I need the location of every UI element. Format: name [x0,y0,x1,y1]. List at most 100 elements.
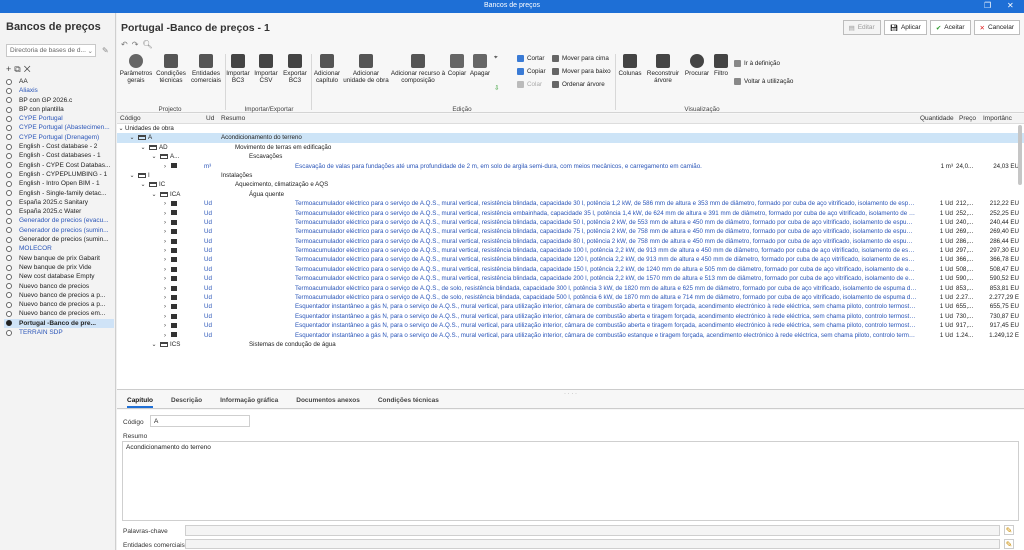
radio-icon[interactable] [6,320,12,327]
radio-icon[interactable] [6,311,12,318]
table-row[interactable]: › Ud Esquentador instantâneo a gás N, para… [117,321,1024,330]
radio-icon[interactable] [6,190,12,197]
radio-icon[interactable] [6,227,12,234]
detail-tab[interactable]: Condições técnicas [378,397,439,408]
detail-tab[interactable]: Capítulo [127,397,153,408]
radio-icon[interactable] [6,255,12,262]
restore-icon[interactable]: ❐ [984,1,991,10]
database-item[interactable]: New cost database Empty [4,272,114,281]
database-item[interactable]: TERRAIN SDP [4,328,114,337]
database-item[interactable]: Nuevo banco de precios a p... [4,291,114,300]
rebuild-tree-button[interactable]: Reconstruir árvore [645,54,681,84]
database-item[interactable]: CYPE Portugal (Abastecimen... [4,123,114,132]
add-unit-button[interactable]: Adicionar unidade de obra [343,54,389,84]
database-item[interactable]: Nuevo banco de precios em... [4,309,114,318]
add-chapter-button[interactable]: Adicionar capítulo [312,54,342,84]
radio-icon[interactable] [6,180,12,187]
database-item[interactable]: New banque de prix Gabarit [4,254,114,263]
table-row[interactable]: › Ud Termoacumulador eléctrico para o serv… [117,246,1024,255]
edit-button[interactable]: ▤ Editar [842,20,881,35]
paste-button[interactable]: Colar [517,81,542,88]
edit-directory-icon[interactable]: ✎ [102,46,109,55]
move-down-icon[interactable]: ⇩ [494,85,499,92]
keywords-field[interactable] [185,525,1000,536]
commercial-entities-button[interactable]: Entidades comerciais [189,54,223,84]
move-up-button[interactable]: Mover para cima [552,55,609,62]
table-row[interactable]: › Ud Termoacumulador eléctrico para o serv… [117,199,1024,208]
radio-icon[interactable] [6,143,12,150]
table-row[interactable]: › Ud Termoacumulador eléctrico para o serv… [117,265,1024,274]
table-row[interactable]: › Ud Termoacumulador eléctrico para o serv… [117,293,1024,302]
radio-icon[interactable] [6,97,12,104]
table-row[interactable]: ⌄ AD Movimento de terras em edificação [117,143,1024,152]
table-row[interactable]: › Ud Termoacumulador eléctrico para o serv… [117,227,1024,236]
radio-icon[interactable] [6,208,12,215]
radio-icon[interactable] [6,106,12,113]
database-item[interactable]: Portugal -Banco de pre... [4,318,114,329]
database-item[interactable]: Aliaxis [4,86,114,95]
col-ud[interactable]: Ud [206,115,214,122]
edit-entities-icon[interactable]: ✎ [1004,539,1014,549]
database-item[interactable]: BP con plantilla [4,105,114,114]
find-button[interactable]: Procurar [683,54,711,77]
detail-tab[interactable]: Documentos anexos [296,397,360,408]
col-quantity[interactable]: Quantidade [920,115,954,122]
database-item[interactable]: España 2025.c Sanitary [4,198,114,207]
copy2-button[interactable]: Copiar [517,68,546,75]
table-row[interactable]: ⌄ I Instalações [117,171,1024,180]
radio-icon[interactable] [6,245,12,252]
radio-icon[interactable] [6,153,12,160]
detail-tab[interactable]: Informação gráfica [220,397,278,408]
database-item[interactable]: Generador de precios (sumin... [4,226,114,235]
database-item[interactable]: English - Cost database - 2 [4,142,114,151]
grid-scrollbar[interactable] [1018,125,1022,185]
move-down-button[interactable]: Mover para baixo [552,68,611,75]
table-row[interactable]: ⌄ IC Aquecimento, climatização e AQS [117,180,1024,189]
search-icon[interactable]: 🔍︎ [142,40,156,49]
radio-icon[interactable] [6,218,12,225]
chevron-down-icon[interactable]: ⌄ [150,341,158,350]
database-item[interactable]: CYPE Portugal (Drenagem) [4,133,114,142]
cancel-button[interactable]: ✕ Cancelar [973,20,1020,35]
cut-button[interactable]: Cortar [517,55,545,62]
table-row[interactable]: › Ud Termoacumulador eléctrico para o serv… [117,284,1024,293]
radio-icon[interactable] [6,283,12,290]
table-row[interactable]: ⌄ ICA Água quente [117,190,1024,199]
delete-icon[interactable]: ✕ [24,64,34,74]
table-row[interactable]: › Ud Esquentador instantâneo a gás N, para… [117,302,1024,311]
code-field[interactable]: A [150,415,250,427]
database-item[interactable]: Nuevo banco de precios [4,282,114,291]
table-row[interactable]: › Ud Esquentador instantâneo a gás N, para… [117,312,1024,321]
radio-icon[interactable] [6,125,12,132]
goto-definition-button[interactable]: Ir à definição [734,60,780,67]
columns-button[interactable]: Colunas [617,54,643,77]
radio-icon[interactable] [6,115,12,122]
database-item[interactable]: Generador de precios (sumin... [4,235,114,244]
radio-icon[interactable] [6,162,12,169]
database-item[interactable]: Nuevo banco de precios a p... [4,300,114,309]
col-summary[interactable]: Resumo [221,115,245,122]
radio-icon[interactable] [6,134,12,141]
redo-icon[interactable]: ↷ [132,40,143,49]
table-row[interactable]: ⌄ ICS Sistemas de condução de água [117,340,1024,349]
col-amount[interactable]: Importânc [983,115,1012,122]
import-bc3-button[interactable]: Importar BC3 [226,54,250,84]
general-params-button[interactable]: Parâmetros gerais [119,54,153,84]
database-item[interactable]: AA [4,77,114,86]
database-item[interactable]: New banque de prix Vide [4,263,114,272]
add-resource-button[interactable]: Adicionar recurso à composição [390,54,446,84]
radio-icon[interactable] [6,199,12,206]
back-usage-button[interactable]: Voltar à utilização [734,78,793,85]
database-item[interactable]: English - Single-family detac... [4,189,114,198]
radio-icon[interactable] [6,301,12,308]
col-price[interactable]: Preço [959,115,976,122]
table-row[interactable]: › Ud Termoacumulador eléctrico para o serv… [117,237,1024,246]
close-window-icon[interactable]: ✕ [1007,1,1014,10]
accept-button[interactable]: ✔ Aceitar [929,20,971,35]
database-item[interactable]: English - CYPE Cost Databas... [4,161,114,170]
table-row[interactable]: › m³ Escavação de valas para fundações até… [117,162,1024,171]
copy-button[interactable]: Copiar [446,54,468,77]
table-row[interactable]: › Ud Esquentador instantâneo a gás N, para… [117,331,1024,340]
entities-field[interactable] [185,539,1000,549]
export-bc3-button[interactable]: Exportar BC3 [282,54,308,84]
